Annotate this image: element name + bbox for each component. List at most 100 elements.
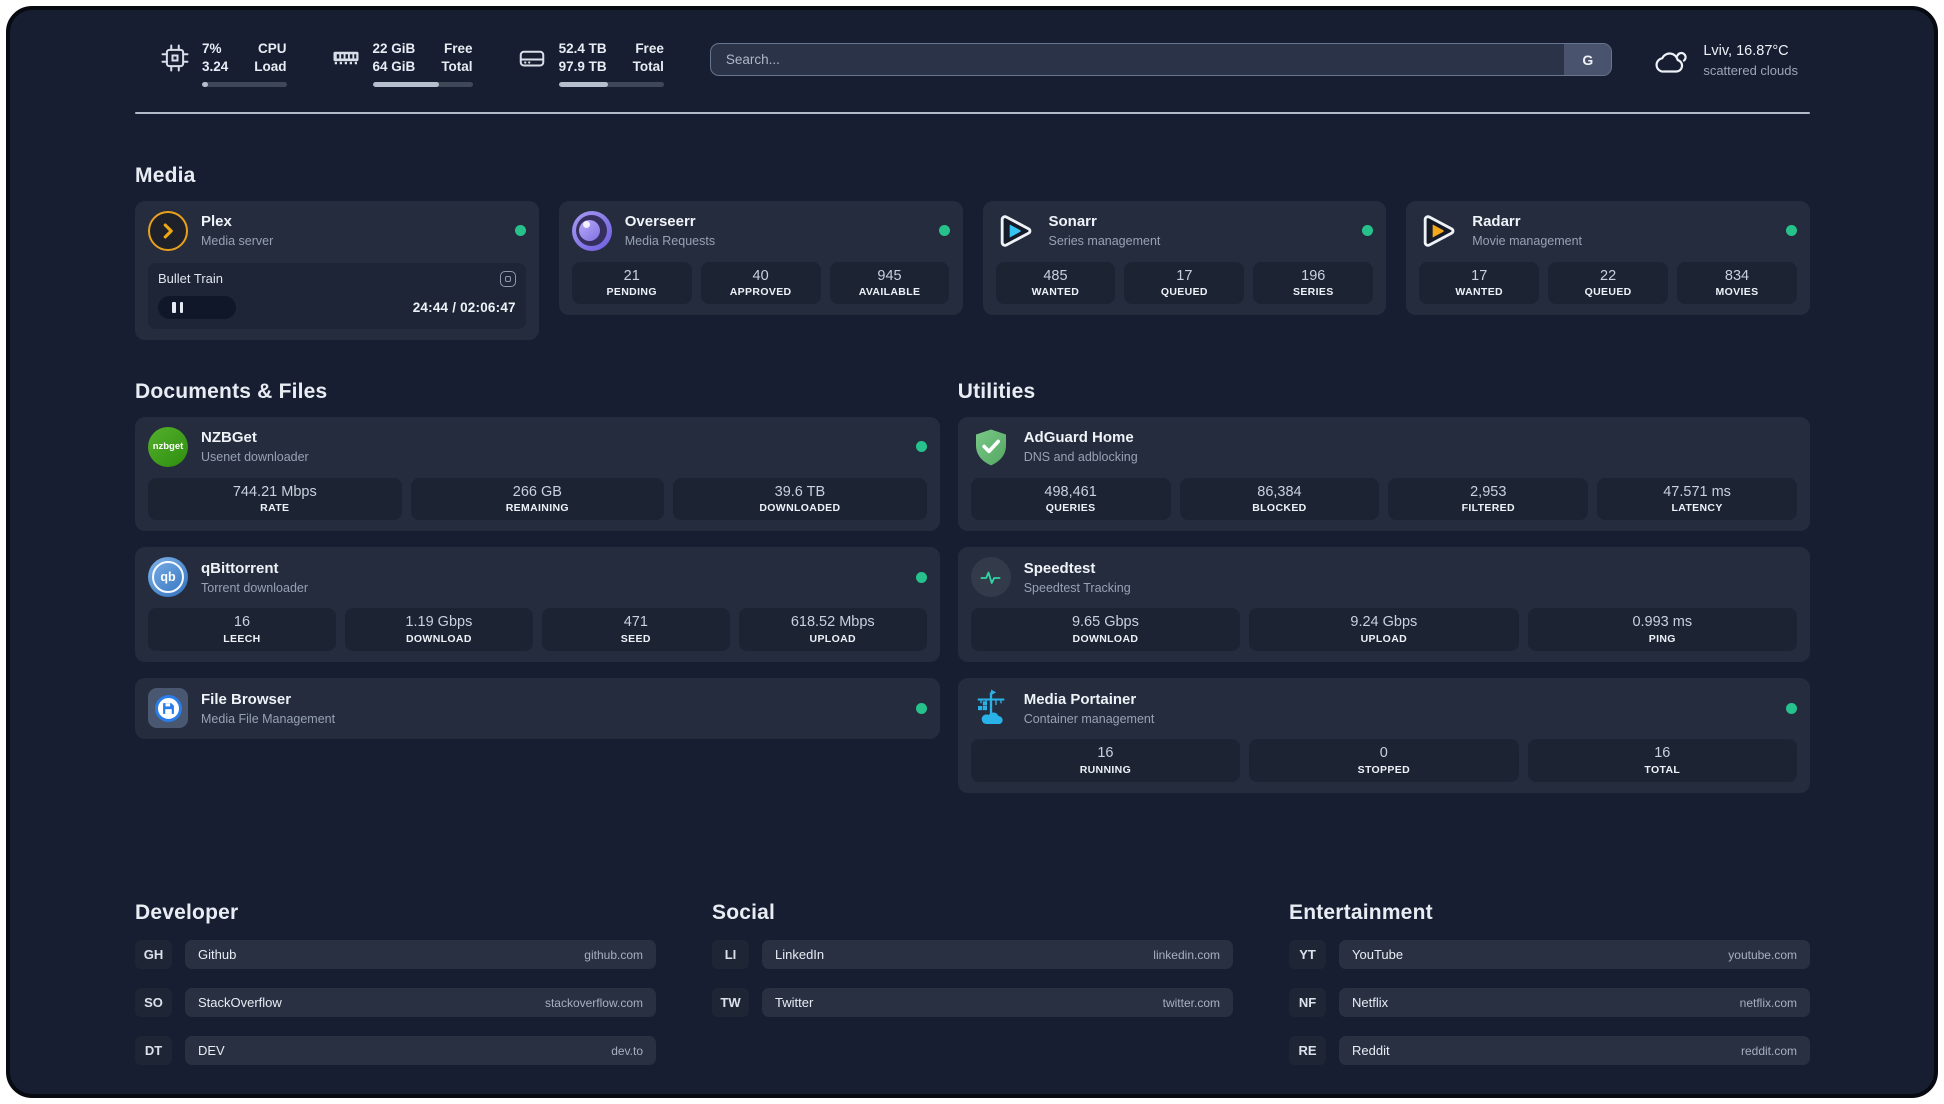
status-dot — [915, 571, 927, 583]
portainer-icon — [977, 689, 1005, 725]
service-card-qbittorrent[interactable]: qb qBittorrent Torrent downloader 16 LEEC… — [135, 547, 940, 663]
stat-block: 16 LEECH — [148, 608, 336, 652]
stat-block: 266 GB REMAINING — [410, 477, 665, 521]
status-dot — [1786, 225, 1797, 237]
bookmark-group-social: Social LI LinkedIn linkedin.com TW Twitt… — [712, 901, 1233, 1065]
bookmark-link[interactable]: Github github.com — [185, 940, 656, 970]
bookmark-abbr[interactable]: RE — [1289, 1036, 1326, 1066]
stat-block: 86,384 BLOCKED — [1179, 477, 1380, 521]
plex-icon — [148, 210, 188, 251]
section-utilities: Utilities AdGuard Home DNS and adblockin… — [957, 379, 1810, 794]
cpu-usage-label: CPU — [258, 41, 287, 56]
service-subtitle: Media server — [201, 234, 274, 248]
header-divider — [135, 111, 1810, 114]
stat-block: 47.571 ms LATENCY — [1597, 477, 1797, 521]
service-name: Plex — [201, 213, 232, 231]
bookmark-link[interactable]: Twitter twitter.com — [762, 988, 1233, 1018]
service-card-speedtest[interactable]: Speedtest Speedtest Tracking 9.65 Gbps DO… — [957, 547, 1810, 663]
section-title-documents: Documents & Files — [135, 379, 328, 403]
pause-icon — [172, 301, 176, 313]
section-title-developer: Developer — [135, 901, 239, 925]
bookmark-dev: DT DEV dev.to — [135, 1036, 656, 1066]
service-card-overseerr[interactable]: Overseerr Media Requests 21 PENDING 40 APP… — [558, 200, 963, 316]
status-dot — [514, 225, 526, 237]
bookmark-linkedin: LI LinkedIn linkedin.com — [712, 940, 1233, 970]
memory-stat-group: 22 GiB 64 GiB Free Total — [331, 40, 473, 87]
stat-block: 196 SERIES — [1253, 261, 1374, 305]
search-input[interactable] — [710, 44, 1565, 75]
bookmark-link[interactable]: Reddit reddit.com — [1339, 1036, 1810, 1066]
service-card-adguard[interactable]: AdGuard Home DNS and adblocking 498,461 Q… — [957, 416, 1810, 532]
sonarr-icon — [1000, 214, 1031, 247]
service-card-sonarr[interactable]: Sonarr Series management 485 WANTED 17 QUE… — [982, 200, 1387, 316]
stat-block: 17 WANTED — [1419, 261, 1540, 305]
player-widget-icon[interactable] — [499, 270, 516, 287]
service-card-plex[interactable]: Plex Media server Bullet Train 24:44 / 0… — [135, 200, 539, 340]
service-card-portainer[interactable]: Media Portainer Container management 16 R… — [957, 678, 1810, 794]
cloud-icon — [1655, 51, 1687, 73]
disk-stat-group: 52.4 TB 97.9 TB Free Total — [517, 40, 664, 87]
service-name: Sonarr — [1048, 213, 1097, 231]
cpu-progress-bar — [202, 81, 287, 87]
bookmark-abbr[interactable]: NF — [1289, 988, 1326, 1018]
qbittorrent-icon: qb — [148, 557, 188, 598]
stat-block: 22 QUEUED — [1548, 261, 1669, 305]
status-dot — [915, 702, 927, 714]
service-card-filebrowser[interactable]: File Browser Media File Management — [135, 678, 940, 740]
memory-free-value: 22 GiB — [372, 41, 416, 56]
stat-block: 2,953 FILTERED — [1388, 477, 1589, 521]
bookmark-abbr[interactable]: LI — [712, 940, 749, 970]
section-title-entertainment: Entertainment — [1289, 901, 1433, 925]
cpu-load-label: Load — [254, 58, 287, 74]
memory-progress-bar — [372, 81, 473, 87]
service-subtitle: DNS and adblocking — [1023, 450, 1138, 464]
memory-icon — [333, 51, 359, 65]
memory-total-value: 64 GiB — [372, 58, 416, 74]
service-name: NZBGet — [201, 429, 257, 447]
dashboard-frame: 7% 3.24 CPU Load 22 GiB 64 GiB Free Tota… — [6, 6, 1938, 1098]
section-title-utilities: Utilities — [957, 379, 1036, 403]
bookmark-reddit: RE Reddit reddit.com — [1289, 1036, 1810, 1066]
disk-free-value: 52.4 TB — [558, 41, 607, 56]
overseerr-icon — [571, 210, 612, 251]
stat-block: 0.993 ms PING — [1527, 608, 1797, 652]
bookmark-groups: Developer GH Github github.com SO StackO… — [135, 901, 1810, 1066]
stat-block: 945 AVAILABLE — [829, 261, 950, 305]
bookmark-link[interactable]: YouTube youtube.com — [1339, 940, 1810, 970]
bookmark-abbr[interactable]: GH — [135, 940, 172, 970]
weather-location-temp: Lviv, 16.87°C — [1703, 43, 1789, 59]
stat-block: 40 APPROVED — [700, 261, 821, 305]
service-card-nzbget[interactable]: nzbget NZBGet Usenet downloader 744.21 M… — [135, 416, 940, 532]
service-name: File Browser — [201, 690, 292, 708]
stat-block: 17 QUEUED — [1124, 261, 1245, 305]
bookmark-netflix: NF Netflix netflix.com — [1289, 988, 1810, 1018]
media-grid: Plex Media server Bullet Train 24:44 / 0… — [135, 200, 1810, 340]
pause-button[interactable] — [158, 295, 236, 319]
service-name: Media Portainer — [1023, 690, 1137, 708]
stat-block: 618.52 Mbps UPLOAD — [738, 608, 927, 652]
adguard-icon — [975, 429, 1006, 465]
bookmark-abbr[interactable]: TW — [712, 988, 749, 1018]
stat-block: 16 RUNNING — [970, 739, 1241, 783]
bookmark-link[interactable]: StackOverflow stackoverflow.com — [185, 988, 656, 1018]
service-card-radarr[interactable]: Radarr Movie management 17 WANTED 22 QUEUE… — [1406, 200, 1810, 316]
cpu-load-value: 3.24 — [202, 58, 229, 74]
service-subtitle: Media File Management — [201, 711, 336, 726]
disk-total-value: 97.9 TB — [558, 58, 607, 74]
bookmark-abbr[interactable]: YT — [1289, 940, 1326, 970]
service-subtitle: Usenet downloader — [201, 450, 309, 464]
radarr-icon — [1424, 214, 1455, 247]
stat-block: 471 SEED — [541, 608, 730, 652]
bookmark-abbr[interactable]: DT — [135, 1036, 172, 1066]
bookmark-link[interactable]: LinkedIn linkedin.com — [762, 940, 1233, 970]
bookmark-link[interactable]: DEV dev.to — [185, 1036, 656, 1066]
service-name: Radarr — [1472, 213, 1521, 231]
cpu-icon — [161, 44, 189, 72]
disk-free-label: Free — [635, 41, 664, 56]
stat-block: 485 WANTED — [995, 261, 1116, 305]
service-subtitle: Container management — [1023, 711, 1155, 726]
bookmark-stackoverflow: SO StackOverflow stackoverflow.com — [135, 988, 656, 1018]
google-search-button[interactable]: G — [1564, 44, 1612, 75]
bookmark-abbr[interactable]: SO — [135, 988, 172, 1018]
bookmark-link[interactable]: Netflix netflix.com — [1339, 988, 1810, 1018]
